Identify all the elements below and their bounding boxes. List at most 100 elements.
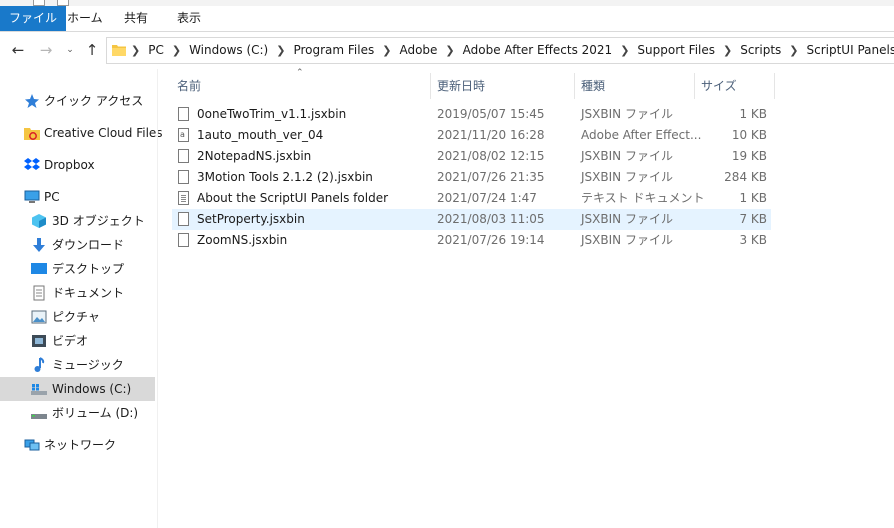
file-size: 1 KB bbox=[739, 107, 767, 121]
nav-label: ダウンロード bbox=[52, 238, 125, 252]
nav-item-pc[interactable]: PC bbox=[0, 185, 155, 209]
file-name: About the ScriptUI Panels folder bbox=[197, 191, 389, 205]
text-file-icon bbox=[178, 191, 189, 205]
file-type: JSXBIN ファイル bbox=[581, 212, 673, 226]
drive-icon bbox=[31, 414, 47, 419]
desktop-icon bbox=[31, 263, 47, 274]
file-row[interactable]: 3Motion Tools 2.1.2 (2).jsxbin 2021/07/2… bbox=[172, 167, 771, 188]
file-name: 0oneTwoTrim_v1.1.jsxbin bbox=[197, 107, 347, 121]
breadcrumb-item-after-effects[interactable]: Adobe After Effects 2021 bbox=[463, 43, 613, 57]
tab-home[interactable]: ホーム bbox=[56, 6, 114, 31]
file-icon bbox=[178, 149, 189, 163]
nav-label: ミュージック bbox=[52, 358, 124, 372]
back-arrow-icon[interactable]: ← bbox=[8, 40, 28, 60]
file-date: 2021/07/26 19:14 bbox=[437, 233, 545, 247]
3d-objects-icon bbox=[32, 214, 46, 228]
chevron-right-icon[interactable]: ❯ bbox=[445, 38, 454, 63]
up-arrow-icon[interactable]: ↑ bbox=[82, 40, 102, 60]
breadcrumb-item-support-files[interactable]: Support Files bbox=[637, 43, 715, 57]
folder-icon bbox=[112, 45, 126, 56]
breadcrumb-item-scripts[interactable]: Scripts bbox=[740, 43, 781, 57]
nav-label: 3D オブジェクト bbox=[52, 214, 145, 228]
column-header-name[interactable]: 名前 bbox=[177, 73, 201, 99]
nav-label: Dropbox bbox=[44, 158, 95, 172]
nav-label: クイック アクセス bbox=[44, 94, 144, 108]
chevron-right-icon[interactable]: ❯ bbox=[276, 38, 285, 63]
forward-arrow-icon[interactable]: → bbox=[36, 40, 56, 60]
nav-item-desktop[interactable]: デスクトップ bbox=[0, 257, 155, 281]
column-divider[interactable] bbox=[574, 73, 575, 99]
documents-icon bbox=[33, 285, 45, 301]
chevron-right-icon[interactable]: ❯ bbox=[620, 38, 629, 63]
breadcrumb-item-scriptui-panels[interactable]: ScriptUI Panels bbox=[807, 43, 894, 57]
file-size: 284 KB bbox=[724, 170, 767, 184]
recent-locations-chevron-icon[interactable]: ⌄ bbox=[60, 40, 80, 60]
breadcrumb-item-windows-c[interactable]: Windows (C:) bbox=[189, 43, 268, 57]
file-size: 3 KB bbox=[739, 233, 767, 247]
column-header-date[interactable]: 更新日時 bbox=[437, 73, 485, 99]
chevron-right-icon[interactable]: ❯ bbox=[172, 38, 181, 63]
network-icon bbox=[24, 439, 40, 451]
column-header-size[interactable]: サイズ bbox=[701, 73, 737, 99]
chevron-right-icon[interactable]: ❯ bbox=[789, 38, 798, 63]
nav-item-pictures[interactable]: ピクチャ bbox=[0, 305, 155, 329]
file-icon bbox=[178, 170, 189, 184]
pictures-icon bbox=[31, 310, 47, 324]
breadcrumb-item-adobe[interactable]: Adobe bbox=[399, 43, 437, 57]
nav-item-3d-objects[interactable]: 3D オブジェクト bbox=[0, 209, 155, 233]
breadcrumb: ❯ PC ❯ Windows (C:) ❯ Program Files ❯ Adobe ❯ Ado… bbox=[131, 38, 894, 63]
nav-item-videos[interactable]: ビデオ bbox=[0, 329, 155, 353]
column-header-type[interactable]: 種類 bbox=[581, 73, 605, 99]
file-type: JSXBIN ファイル bbox=[581, 107, 673, 121]
file-size: 10 KB bbox=[731, 128, 767, 142]
chevron-right-icon[interactable]: ❯ bbox=[131, 38, 140, 63]
nav-label: ネットワーク bbox=[44, 438, 117, 452]
file-size: 1 KB bbox=[739, 191, 767, 205]
tab-view[interactable]: 表示 bbox=[166, 6, 212, 31]
ae-script-icon bbox=[178, 128, 189, 142]
nav-item-music[interactable]: ミュージック bbox=[0, 353, 155, 377]
file-date: 2021/07/24 1:47 bbox=[437, 191, 537, 205]
chevron-right-icon[interactable]: ❯ bbox=[382, 38, 391, 63]
file-date: 2019/05/07 15:45 bbox=[437, 107, 545, 121]
file-type: Adobe After Effect... bbox=[581, 128, 702, 142]
nav-item-downloads[interactable]: ダウンロード bbox=[0, 233, 155, 257]
videos-icon bbox=[32, 335, 46, 347]
pane-divider[interactable] bbox=[157, 69, 158, 528]
nav-item-creative-cloud[interactable]: Creative Cloud Files bbox=[0, 121, 163, 145]
file-type: JSXBIN ファイル bbox=[581, 233, 673, 247]
nav-item-windows-c[interactable]: Windows (C:) bbox=[0, 377, 155, 401]
pc-icon bbox=[24, 190, 40, 203]
file-row[interactable]: 2NotepadNS.jsxbin 2021/08/02 12:15 JSXBI… bbox=[172, 146, 771, 167]
windows-drive-icon bbox=[31, 384, 47, 395]
nav-label: Windows (C:) bbox=[52, 382, 132, 396]
nav-item-network[interactable]: ネットワーク bbox=[0, 433, 155, 457]
nav-item-documents[interactable]: ドキュメント bbox=[0, 281, 155, 305]
file-date: 2021/08/02 12:15 bbox=[437, 149, 545, 163]
file-row-selected[interactable]: SetProperty.jsxbin 2021/08/03 11:05 JSXB… bbox=[172, 209, 771, 230]
nav-item-quick-access[interactable]: クイック アクセス bbox=[0, 89, 155, 113]
file-size: 19 KB bbox=[731, 149, 767, 163]
download-icon bbox=[33, 238, 45, 252]
nav-label: デスクトップ bbox=[52, 262, 125, 276]
breadcrumb-item-pc[interactable]: PC bbox=[148, 43, 164, 57]
nav-label: ビデオ bbox=[52, 334, 89, 348]
nav-label: ドキュメント bbox=[52, 286, 125, 300]
file-row[interactable]: ZoomNS.jsxbin 2021/07/26 19:14 JSXBIN ファ… bbox=[172, 230, 771, 251]
nav-item-dropbox[interactable]: Dropbox bbox=[0, 153, 155, 177]
file-icon bbox=[178, 233, 189, 247]
address-bar[interactable]: ❯ PC ❯ Windows (C:) ❯ Program Files ❯ Adobe ❯ Ado… bbox=[106, 37, 894, 64]
column-divider[interactable] bbox=[430, 73, 431, 99]
column-divider[interactable] bbox=[774, 73, 775, 99]
file-row[interactable]: About the ScriptUI Panels folder 2021/07… bbox=[172, 188, 771, 209]
file-row[interactable]: 1auto_mouth_ver_04 2021/11/20 16:28 Adob… bbox=[172, 125, 771, 146]
nav-item-volume-d[interactable]: ボリューム (D:) bbox=[0, 401, 155, 425]
file-row[interactable]: 0oneTwoTrim_v1.1.jsxbin 2019/05/07 15:45… bbox=[172, 104, 771, 125]
file-type: JSXBIN ファイル bbox=[581, 170, 673, 184]
column-divider[interactable] bbox=[694, 73, 695, 99]
breadcrumb-item-program-files[interactable]: Program Files bbox=[293, 43, 374, 57]
tab-share[interactable]: 共有 bbox=[113, 6, 159, 31]
chevron-right-icon[interactable]: ❯ bbox=[723, 38, 732, 63]
creative-cloud-folder-icon bbox=[24, 128, 40, 140]
file-name: 3Motion Tools 2.1.2 (2).jsxbin bbox=[197, 170, 373, 184]
